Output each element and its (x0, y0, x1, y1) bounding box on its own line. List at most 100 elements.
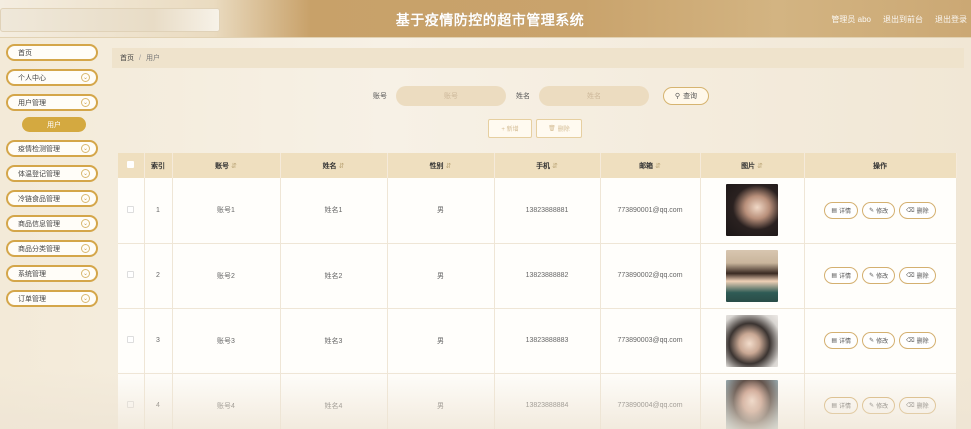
admin-label[interactable]: 管理员 abo (831, 14, 871, 25)
delete-button[interactable]: ⌫ 删除 (899, 332, 936, 349)
table-row: 3 账号3 姓名3 男 13823888883 773890003@qq.com… (118, 308, 957, 374)
edit-icon: ✎ (869, 273, 875, 279)
chevron-down-icon: ⌄ (81, 169, 90, 178)
sidebar-item-epidemic-detection[interactable]: 疫情检测管理 ⌄ (6, 140, 98, 157)
cell-gender: 男 (387, 243, 495, 309)
sidebar: 首页 个人中心 ⌄ 用户管理 ⌄ 用户 疫情检测管理 ⌄ 体温登记管理 ⌄ 冷链食品管理… (6, 44, 98, 315)
search-button[interactable]: ⚲ 查询 (663, 87, 709, 105)
sidebar-item-cold-chain[interactable]: 冷链食品管理 ⌄ (6, 190, 98, 207)
sidebar-item-label: 订单管理 (18, 295, 46, 303)
sidebar-item-label: 商品信息管理 (18, 220, 60, 228)
back-to-front-link[interactable]: 退出到前台 (883, 14, 923, 25)
sidebar-item-label: 体温登记管理 (18, 170, 60, 178)
cell-index: 2 (144, 243, 173, 309)
detail-icon: ▤ (831, 338, 838, 344)
sidebar-item-system[interactable]: 系统管理 ⌄ (6, 265, 98, 282)
batch-delete-label: 删除 (557, 127, 570, 133)
sidebar-item-personal-center[interactable]: 个人中心 ⌄ (6, 69, 98, 86)
row-checkbox[interactable] (118, 373, 145, 429)
trash-icon: ⌫ (906, 403, 915, 409)
user-photo[interactable] (726, 184, 778, 237)
cell-phone: 13823888884 (494, 373, 601, 429)
delete-button[interactable]: ⌫ 删除 (899, 201, 936, 219)
cell-gender: 男 (387, 373, 495, 429)
sidebar-item-product-category[interactable]: 商品分类管理 ⌄ (6, 240, 98, 257)
name-label: 姓名 (516, 93, 530, 100)
select-all-checkbox[interactable] (118, 153, 145, 178)
cell-name: 姓名4 (280, 373, 388, 429)
row-checkbox[interactable] (118, 243, 145, 309)
col-account[interactable]: 账号 ⇵ (172, 153, 281, 178)
sort-icon: ⇵ (231, 162, 237, 170)
detail-icon: ▤ (831, 273, 838, 279)
sort-icon: ⇵ (757, 162, 763, 170)
delete-button[interactable]: ⌫ 删除 (899, 267, 936, 284)
chevron-down-icon: ⌄ (81, 194, 90, 203)
sidebar-item-label: 用户管理 (18, 99, 46, 107)
cell-email: 773890001@qq.com (600, 178, 701, 244)
edit-icon: ✎ (869, 338, 875, 344)
cell-account: 账号3 (172, 308, 281, 374)
cell-index: 1 (144, 178, 173, 244)
breadcrumb-home[interactable]: 首页 (120, 53, 134, 63)
col-actions: 操作 (804, 153, 957, 178)
detail-button[interactable]: ▤ 详情 (824, 397, 859, 414)
user-photo[interactable] (726, 249, 778, 302)
breadcrumb-separator: / (139, 54, 141, 62)
search-button-label: 查询 (683, 93, 698, 100)
col-photo[interactable]: 图片 ⇵ (700, 153, 805, 178)
cell-account: 账号4 (172, 373, 281, 429)
detail-icon: ▤ (831, 403, 838, 409)
edit-icon: ✎ (869, 403, 875, 409)
chevron-down-icon: ⌄ (81, 73, 90, 82)
sort-icon: ⇵ (338, 162, 345, 170)
sidebar-item-temperature[interactable]: 体温登记管理 ⌄ (6, 165, 98, 182)
detail-button[interactable]: ▤ 详情 (824, 267, 859, 284)
detail-icon: ▤ (831, 207, 838, 214)
user-photo[interactable] (726, 379, 778, 429)
row-checkbox[interactable] (118, 178, 145, 244)
batch-delete-button[interactable]: 🗑 删除 (536, 119, 582, 138)
chevron-down-icon: ⌄ (81, 219, 90, 228)
add-button[interactable]: + 新增 (488, 119, 532, 138)
col-email[interactable]: 邮箱 ⇵ (600, 153, 701, 178)
col-gender[interactable]: 性别 ⇵ (387, 153, 495, 178)
sidebar-item-label: 个人中心 (18, 74, 46, 82)
logout-link[interactable]: 退出登录 (935, 14, 967, 25)
chevron-down-icon: ⌄ (81, 244, 90, 253)
cell-name: 姓名1 (280, 178, 388, 244)
account-input[interactable]: 账号 (396, 86, 506, 106)
user-photo[interactable] (726, 314, 778, 367)
trash-icon: ⌫ (906, 207, 915, 214)
user-table: 索引 账号 ⇵ 姓名 ⇵ 性别 ⇵ 手机 ⇵ 邮箱 ⇵ 图片 ⇵ 操作 1 账号1 姓名1 … (118, 153, 957, 429)
trash-icon: ⌫ (906, 273, 915, 279)
cell-photo (700, 308, 805, 374)
sidebar-subitem-users[interactable]: 用户 (22, 117, 86, 132)
col-phone[interactable]: 手机 ⇵ (494, 153, 601, 178)
breadcrumb-current: 用户 (145, 55, 160, 62)
edit-button[interactable]: ✎ 修改 (862, 332, 896, 349)
edit-button[interactable]: ✎ 修改 (862, 397, 896, 414)
sidebar-item-user-management[interactable]: 用户管理 ⌄ (6, 94, 98, 111)
row-checkbox[interactable] (118, 308, 145, 374)
detail-button[interactable]: ▤ 详情 (824, 332, 859, 349)
cell-photo (700, 243, 805, 309)
edit-button[interactable]: ✎ 修改 (862, 201, 896, 219)
breadcrumb: 首页 / 用户 (112, 48, 964, 68)
edit-button[interactable]: ✎ 修改 (862, 267, 896, 284)
chevron-down-icon: ⌄ (81, 144, 90, 153)
name-input[interactable]: 姓名 (539, 86, 649, 106)
col-name[interactable]: 姓名 ⇵ (280, 153, 388, 178)
sort-icon: ⇵ (655, 162, 661, 170)
cell-name: 姓名3 (280, 308, 388, 374)
sidebar-item-product-info[interactable]: 商品信息管理 ⌄ (6, 215, 98, 232)
top-links: 管理员 abo 退出到前台 退出登录 (831, 14, 967, 25)
sidebar-item-orders[interactable]: 订单管理 ⌄ (6, 290, 98, 307)
sidebar-item-home[interactable]: 首页 (6, 44, 98, 61)
chevron-down-icon: ⌄ (81, 294, 90, 303)
cell-actions: ▤ 详情 ✎ 修改 ⌫ 删除 (804, 243, 957, 309)
search-icon: ⚲ (674, 93, 681, 100)
delete-button[interactable]: ⌫ 删除 (899, 397, 936, 414)
cell-actions: ▤ 详情 ✎ 修改 ⌫ 删除 (804, 308, 957, 374)
detail-button[interactable]: ▤ 详情 (824, 201, 859, 219)
